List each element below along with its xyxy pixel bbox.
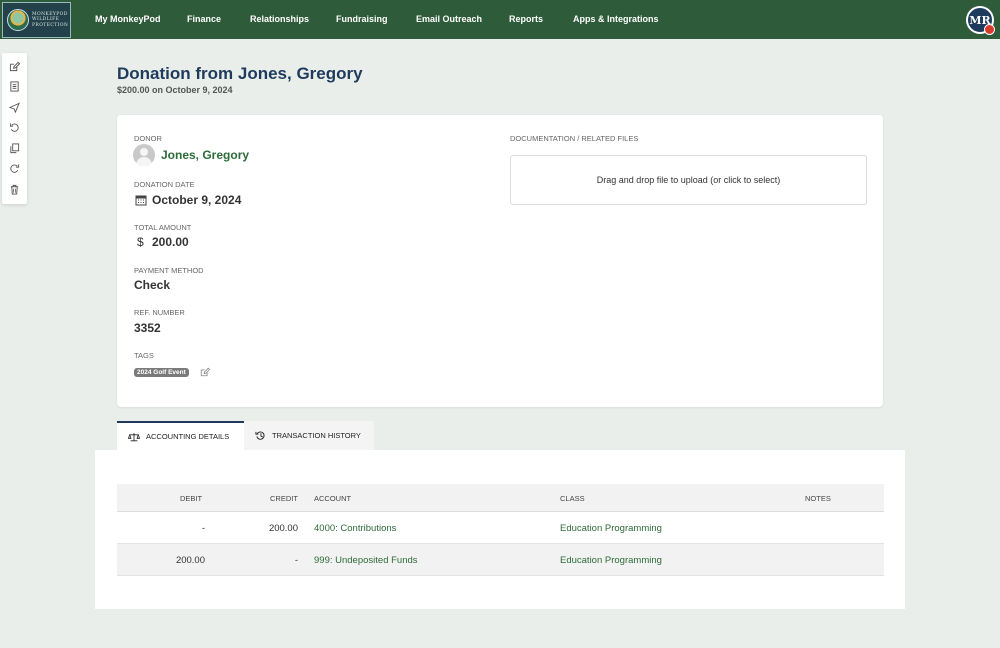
header-credit: CREDIT <box>270 494 298 503</box>
donor-name-link[interactable]: Jones, Gregory <box>161 148 249 162</box>
row-credit: - <box>294 555 298 566</box>
tags-label: TAGS <box>134 351 154 360</box>
account-link[interactable]: 4000: Contributions <box>314 523 396 534</box>
trash-icon[interactable] <box>9 184 20 195</box>
class-link[interactable]: Education Programming <box>560 523 662 534</box>
donation-date-value: October 9, 2024 <box>152 193 242 207</box>
row-debit: - <box>201 523 205 534</box>
document-icon[interactable] <box>9 81 20 92</box>
payment-method-label: PAYMENT METHOD <box>134 266 204 275</box>
redo-icon[interactable] <box>9 163 20 174</box>
ref-number-label: REF. NUMBER <box>134 308 185 317</box>
logo-line-3: PROTECTION <box>32 22 69 28</box>
tab-transaction-history[interactable]: TRANSACTION HISTORY <box>244 421 374 450</box>
tag-pill: 2024 Golf Event <box>134 368 189 377</box>
history-icon <box>255 431 265 440</box>
class-link[interactable]: Education Programming <box>560 555 662 566</box>
ref-number-value: 3352 <box>134 321 161 335</box>
dollar-icon: $ <box>137 235 144 249</box>
user-avatar[interactable]: MR <box>966 6 995 35</box>
calendar-icon <box>135 195 147 206</box>
total-amount-label: TOTAL AMOUNT <box>134 223 192 232</box>
logo-emblem-icon <box>7 9 29 31</box>
header-class: CLASS <box>560 494 585 503</box>
person-icon <box>133 144 155 166</box>
dropzone-text: Drag and drop file to upload (or click t… <box>596 175 781 185</box>
table-header: DEBIT CREDIT ACCOUNT CLASS NOTES <box>117 484 884 512</box>
nav-fundraising[interactable]: Fundraising <box>336 14 388 24</box>
header-account: ACCOUNT <box>314 494 352 503</box>
page-title: Donation from Jones, Gregory <box>117 64 363 83</box>
top-navigation: MONKEYPOD WILDLIFE PROTECTION My MonkeyP… <box>0 0 1000 39</box>
edit-icon[interactable] <box>9 61 20 72</box>
file-dropzone[interactable]: Drag and drop file to upload (or click t… <box>510 155 867 205</box>
nav-apps-integrations[interactable]: Apps & Integrations <box>573 14 659 24</box>
row-credit: 200.00 <box>268 523 298 534</box>
tab-accounting-label: ACCOUNTING DETAILS <box>146 432 230 441</box>
header-notes: NOTES <box>805 494 831 503</box>
donor-label: DONOR <box>134 134 162 143</box>
documentation-label: DOCUMENTATION / RELATED FILES <box>510 134 639 143</box>
nav-email-outreach[interactable]: Email Outreach <box>416 14 482 24</box>
tab-accounting-details[interactable]: ACCOUNTING DETAILS <box>117 421 244 450</box>
account-link[interactable]: 999: Undeposited Funds <box>314 555 418 566</box>
action-toolbar <box>2 53 27 204</box>
tab-history-label: TRANSACTION HISTORY <box>272 431 361 440</box>
table-row: - 200.00 4000: Contributions Education P… <box>117 512 884 544</box>
nav-relationships[interactable]: Relationships <box>250 14 309 24</box>
nav-reports[interactable]: Reports <box>509 14 543 24</box>
table-row: 200.00 - 999: Undeposited Funds Educatio… <box>117 544 884 576</box>
accounting-panel: DEBIT CREDIT ACCOUNT CLASS NOTES - 200.0… <box>95 450 905 609</box>
org-logo[interactable]: MONKEYPOD WILDLIFE PROTECTION <box>2 2 71 38</box>
header-debit: DEBIT <box>180 494 203 503</box>
payment-method-value: Check <box>134 278 171 292</box>
undo-icon[interactable] <box>9 122 20 133</box>
notification-dot <box>984 24 995 35</box>
send-icon[interactable] <box>9 102 20 113</box>
scale-icon <box>128 432 140 441</box>
logo-wordmark: MONKEYPOD WILDLIFE PROTECTION <box>32 12 68 29</box>
page-subtitle: $200.00 on October 9, 2024 <box>117 85 233 95</box>
copy-icon[interactable] <box>9 143 20 154</box>
total-amount-value: 200.00 <box>152 235 189 249</box>
row-debit: 200.00 <box>175 555 205 566</box>
edit-tags-icon[interactable] <box>200 367 210 377</box>
nav-my-monkeypod[interactable]: My MonkeyPod <box>95 14 161 24</box>
donation-details-card: DONOR Jones, Gregory DONATION DATE Octob… <box>117 115 883 407</box>
donation-date-label: DONATION DATE <box>134 180 195 189</box>
nav-finance[interactable]: Finance <box>187 14 221 24</box>
